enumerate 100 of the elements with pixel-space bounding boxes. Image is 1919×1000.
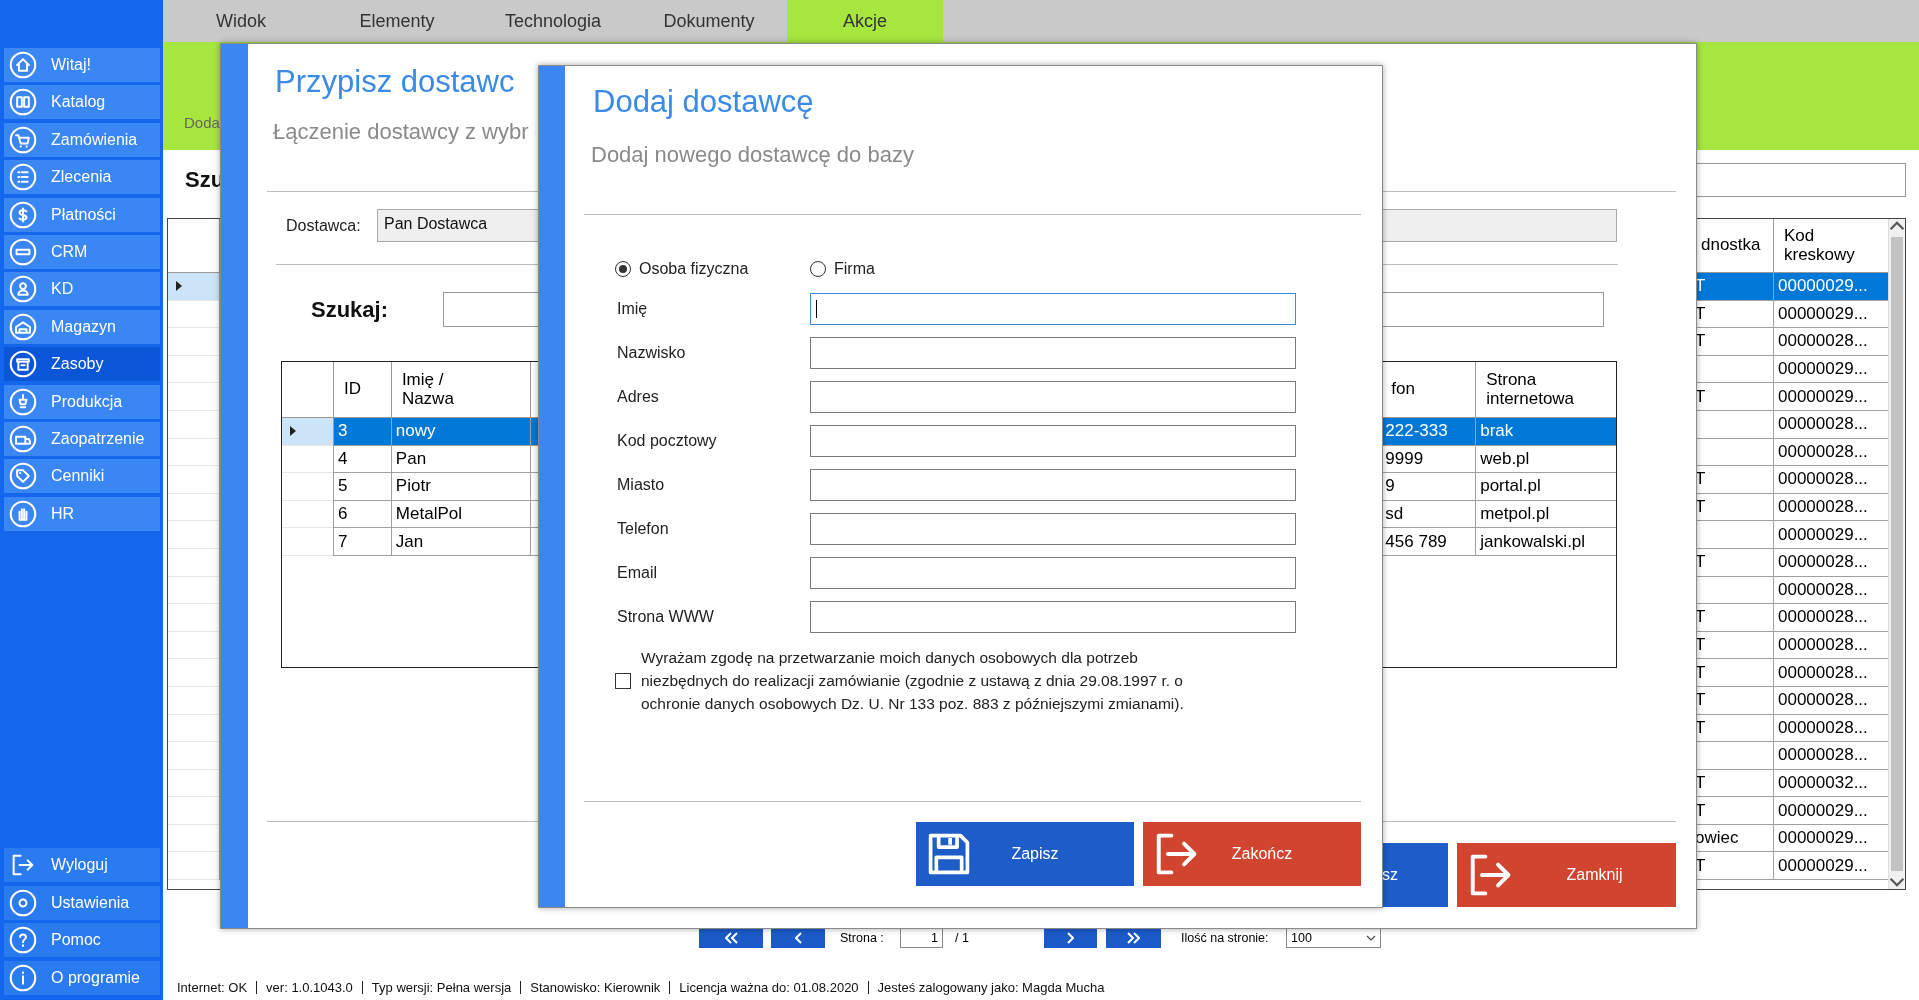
dialog-title: Dodaj dostawcę (593, 83, 815, 121)
next-page-button[interactable] (1044, 928, 1097, 948)
text-field[interactable] (810, 601, 1296, 633)
status-text: Typ wersji: Pełna wersja (370, 980, 513, 995)
text-field[interactable] (810, 469, 1296, 501)
table-cell: Jan (390, 528, 530, 556)
tool-icon (9, 387, 37, 416)
sidebar-item[interactable]: Cenniki (4, 459, 160, 494)
text-field[interactable] (810, 513, 1296, 545)
ribbon-label: Doda (184, 114, 220, 131)
text-field[interactable] (810, 337, 1296, 369)
sidebar-item[interactable]: Produkcja (4, 384, 160, 419)
sidebar-item[interactable]: Ustawienia (4, 885, 160, 920)
field-label: Adres (616, 388, 660, 406)
book-icon (9, 88, 37, 117)
table-cell: brak (1475, 418, 1616, 446)
caret-icon (1366, 935, 1376, 941)
help-icon (9, 926, 37, 955)
box-icon (9, 350, 37, 379)
chevron-icon (794, 932, 802, 944)
dialog-subtitle: Łączenie dostawcy z wybr (273, 118, 530, 146)
field-label: Strona WWW (616, 608, 715, 626)
consent-text: Wyrażam zgodę na przetwarzanie moich danych osobowych dla potrzeb niezbędnych do realizacji zamówianie (zgodnie z ustawą z dnia 29.08.1997 r. o ochronie danych osobowych Dz. U. Nr 133 poz. 883 z późniejszymi zmianami). (641, 648, 1185, 714)
column-header: dnostka (1701, 236, 1761, 255)
sidebar-item[interactable]: Zamówienia (4, 122, 160, 157)
sidebar-item[interactable]: Katalog (4, 85, 160, 120)
status-text: Stanowisko: Kierownik (529, 980, 662, 995)
sidebar-item[interactable]: Wyloguj (4, 848, 160, 883)
table-cell: jankowalski.pl (1475, 528, 1616, 556)
checkbox[interactable] (615, 672, 631, 689)
sidebar-item[interactable]: Zasoby (4, 347, 160, 382)
close-button[interactable]: Zamknij (1457, 843, 1676, 907)
list-icon (9, 163, 37, 192)
search-label: Szukaj: (311, 296, 390, 323)
row-pointer-icon (290, 426, 296, 437)
sidebar-item[interactable]: HR (4, 496, 160, 531)
table-cell: 5 (332, 473, 391, 501)
last-page-button[interactable] (1106, 928, 1161, 948)
status-text: ver: 1.0.1043.0 (265, 980, 354, 995)
row-pointer-icon (176, 281, 182, 292)
exit-button[interactable]: Zakończ (1143, 822, 1361, 886)
column-header: Imię / Nazwa (401, 370, 455, 409)
page-label: Strona : (840, 931, 885, 945)
double-chevron-icon (1127, 932, 1140, 944)
per-page-label: Ilość na stronie: (1181, 931, 1270, 945)
menu-tab[interactable]: Elementy (319, 0, 475, 42)
table-cell: 3 (332, 418, 391, 446)
sidebar-item[interactable]: Zlecenia (4, 160, 160, 195)
save-button[interactable]: Zapisz (916, 822, 1134, 886)
column-header: fon (1391, 380, 1415, 399)
radio-option[interactable]: Osoba fizyczna (615, 257, 749, 281)
table-cell: Piotr (390, 473, 530, 501)
text-field[interactable] (810, 557, 1296, 589)
column-header: Strona internetowa (1486, 370, 1576, 409)
scroll-down-icon[interactable] (1889, 875, 1905, 889)
field-label: Email (616, 564, 658, 582)
field-label: Imię (616, 300, 649, 318)
field-label: Nazwisko (616, 344, 687, 362)
status-text: Licencja ważna do: 01.08.2020 (678, 980, 860, 995)
hand-icon (9, 499, 37, 528)
previous-page-button[interactable] (771, 928, 825, 948)
dialog-subtitle: Dodaj nowego dostawcę do bazy (591, 141, 915, 169)
sidebar-item[interactable]: Witaj! (4, 48, 160, 82)
sidebar-item[interactable]: Pomoc (4, 923, 160, 958)
table-cell: nowy (390, 418, 530, 446)
tag-icon (9, 462, 37, 491)
status-text: Jesteś zalogowany jako: Magda Mucha (876, 980, 1106, 995)
field-label: Kod pocztowy (616, 432, 718, 450)
menu-tab[interactable]: Technologia (475, 0, 631, 42)
search-field[interactable] (1695, 163, 1906, 197)
menu-tab[interactable]: Widok (163, 0, 319, 42)
radio-option[interactable]: Firma (810, 257, 875, 281)
scrollbar[interactable] (1888, 219, 1905, 889)
chevron-icon (1067, 932, 1074, 944)
column-header: Kod kreskowy (1784, 226, 1856, 265)
settings-icon (9, 888, 37, 917)
text-field[interactable] (810, 293, 1296, 325)
table-cell: portal.pl (1475, 473, 1616, 501)
field-label: Miasto (616, 476, 666, 494)
person-icon (9, 275, 37, 304)
info-icon (9, 963, 37, 992)
menu-tab[interactable]: Dokumenty (631, 0, 787, 42)
double-chevron-icon (724, 932, 738, 944)
sidebar-item[interactable]: Płatności (4, 197, 160, 232)
sidebar-item[interactable]: Zaopatrzenie (4, 421, 160, 456)
scroll-up-icon[interactable] (1889, 219, 1905, 233)
text-field[interactable] (810, 381, 1296, 413)
sidebar-item[interactable]: CRM (4, 234, 160, 269)
page-count: / 1 (955, 931, 970, 945)
home-icon (9, 51, 37, 79)
first-page-button[interactable] (699, 928, 763, 948)
text-field[interactable] (810, 425, 1296, 457)
sidebar-item[interactable]: KD (4, 272, 160, 307)
sidebar-item[interactable]: Magazyn (4, 309, 160, 344)
menu-tab[interactable]: Akcje (787, 0, 943, 42)
sidebar-item[interactable]: O programie (4, 960, 160, 995)
table-cell: 7 (332, 528, 391, 556)
column-header: ID (343, 380, 361, 399)
field-label: Dostawca: (286, 216, 362, 235)
truck-icon (9, 424, 37, 453)
